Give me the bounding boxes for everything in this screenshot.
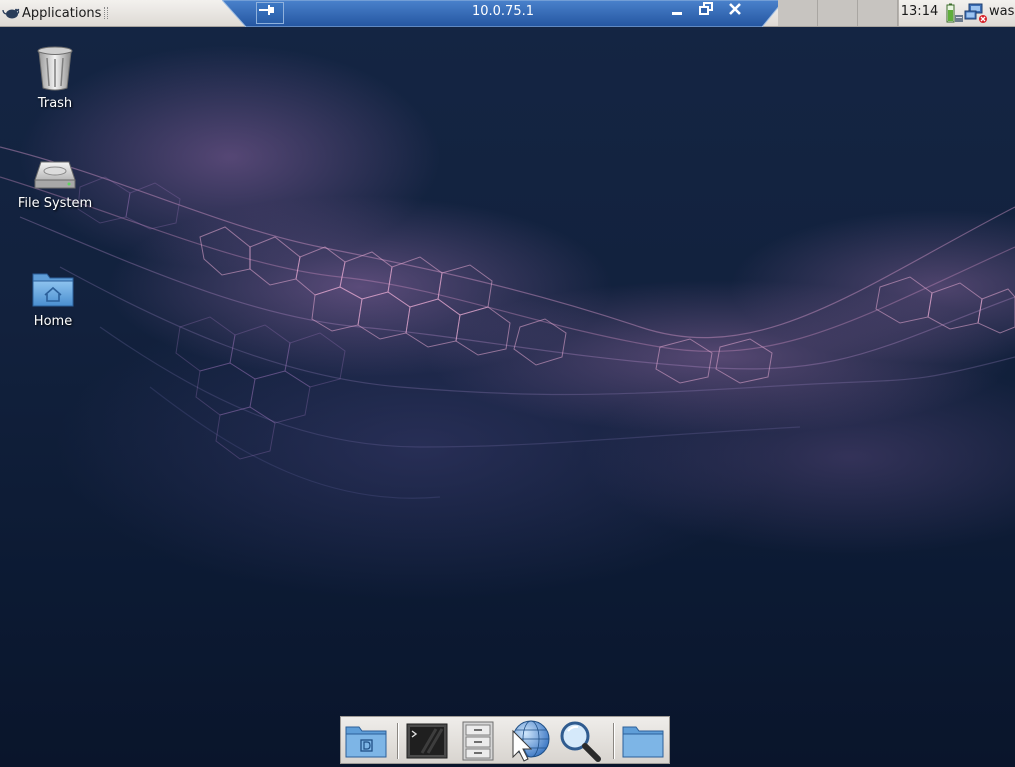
battery-icon[interactable] xyxy=(944,2,964,24)
desktop-wallpaper xyxy=(0,27,1015,767)
tasklist-area[interactable] xyxy=(778,0,898,26)
applications-menu-label: Applications xyxy=(22,5,102,21)
hard-drive-icon xyxy=(34,161,76,189)
xfce-mouse-icon xyxy=(2,8,20,19)
desktop-icon-label: Trash xyxy=(37,96,73,111)
web-browser-icon xyxy=(512,720,550,762)
restore-icon xyxy=(699,2,713,15)
dock-file-manager[interactable] xyxy=(455,720,501,762)
desktop-icon-home[interactable]: Home xyxy=(3,270,103,329)
minimize-button[interactable] xyxy=(670,2,692,22)
desktop-icon-label: File System xyxy=(17,196,93,211)
clock[interactable]: 13:14 xyxy=(898,0,940,26)
pin-icon xyxy=(259,5,274,15)
dock-separator xyxy=(613,723,615,759)
dock-terminal[interactable] xyxy=(404,720,450,762)
user-menu[interactable]: was xyxy=(989,0,1015,26)
dock-web-browser[interactable] xyxy=(506,720,552,762)
top-panel: Applications 10.0.75.1 13:14 was xyxy=(0,0,1015,27)
dock-search[interactable] xyxy=(557,720,603,762)
folder-icon xyxy=(622,726,664,758)
desktop-icon-file-system[interactable]: File System xyxy=(5,158,105,211)
desktop-icon-label: Home xyxy=(33,314,73,329)
terminal-icon xyxy=(406,723,448,759)
dock-separator xyxy=(397,723,399,759)
desktop-folder-icon xyxy=(345,726,387,758)
trash-icon xyxy=(37,46,73,91)
dock-desktop-folder[interactable] xyxy=(343,720,389,762)
close-button[interactable] xyxy=(728,2,750,22)
pin-button[interactable] xyxy=(256,2,284,24)
wallpaper-mesh xyxy=(0,146,1015,499)
close-icon xyxy=(729,3,741,15)
applications-menu-button[interactable]: Applications xyxy=(0,0,112,26)
file-cabinet-icon xyxy=(462,721,494,761)
remote-window-titlebar[interactable]: 10.0.75.1 xyxy=(222,0,784,27)
network-disconnected-icon[interactable] xyxy=(964,2,988,24)
dock-folder[interactable] xyxy=(620,720,666,762)
home-folder-icon xyxy=(32,273,74,307)
search-icon xyxy=(560,721,601,762)
minimize-icon xyxy=(672,12,682,15)
panel-handle[interactable] xyxy=(104,7,108,19)
restore-button[interactable] xyxy=(699,2,721,22)
bottom-dock xyxy=(340,716,670,764)
desktop-icon-trash[interactable]: Trash xyxy=(5,44,105,111)
